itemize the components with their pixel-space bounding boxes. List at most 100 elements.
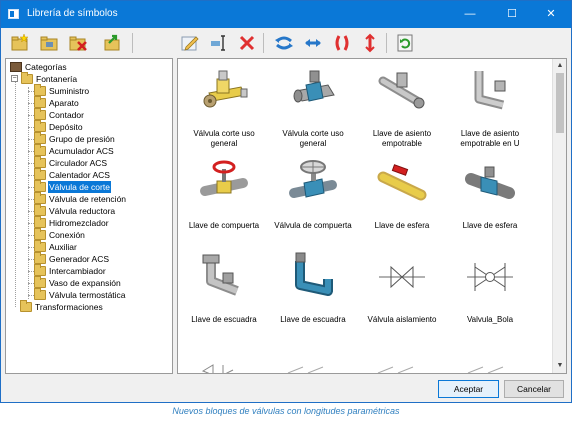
- minimize-button[interactable]: —: [450, 1, 490, 28]
- tree-item[interactable]: Depósito: [28, 120, 164, 133]
- folder-icon[interactable]: [38, 32, 60, 54]
- symbol-label: Llave de asiento empotrable en U: [460, 129, 520, 148]
- tree-item[interactable]: Calentador ACS: [28, 168, 164, 181]
- tree-item[interactable]: Hidromezclador: [28, 216, 164, 229]
- tree-item-label: Hidromezclador: [49, 218, 109, 228]
- tree-root-label: Categorías: [25, 62, 67, 72]
- new-folder-icon[interactable]: [9, 32, 31, 54]
- tree-item[interactable]: Válvula termostática: [28, 288, 164, 301]
- rotate-left-icon[interactable]: [273, 32, 295, 54]
- symbol-item[interactable]: Llave de esfera: [358, 151, 446, 243]
- folder-icon: [34, 216, 46, 228]
- symbol-label: Llave de esfera: [374, 221, 430, 230]
- tree-item[interactable]: Válvula reductora: [28, 204, 164, 217]
- vertical-scrollbar[interactable]: ▲ ▼: [552, 59, 566, 373]
- tree-item[interactable]: Acumulador ACS: [28, 144, 164, 157]
- folder-open-icon: [21, 72, 33, 84]
- rotate-right-icon[interactable]: [302, 32, 324, 54]
- symbols-grid[interactable]: Válvula corte uso general Válvula corte u…: [177, 58, 567, 374]
- cancel-button[interactable]: Cancelar: [504, 380, 564, 398]
- delete-icon[interactable]: [236, 32, 258, 54]
- folder-icon: [34, 108, 46, 120]
- tree-item[interactable]: Generador ACS: [28, 252, 164, 265]
- tree-item[interactable]: Contador: [28, 108, 164, 121]
- refresh-icon[interactable]: [394, 32, 416, 54]
- symbol-label: Llave de escuadra: [280, 315, 346, 324]
- symbol-item[interactable]: Llave de escuadra: [180, 245, 268, 337]
- symbol-item[interactable]: Llave de esfera: [446, 151, 534, 243]
- tree-item[interactable]: Grupo de presión: [28, 132, 164, 145]
- app-icon: [8, 9, 19, 19]
- tree-item[interactable]: Válvula de corte: [28, 180, 164, 193]
- symbol-item[interactable]: Llave de compuerta: [180, 151, 268, 243]
- close-button[interactable]: ✕: [531, 1, 571, 28]
- recessed-valve-icon: [378, 72, 425, 109]
- scroll-thumb[interactable]: [556, 73, 564, 133]
- folder-icon: [34, 252, 46, 264]
- symbol-library-window: Librería de símbolos — ☐ ✕ Categorías − …: [0, 0, 572, 403]
- ball-valve-yellow-icon: [377, 164, 427, 201]
- accept-button[interactable]: Aceptar: [438, 380, 499, 398]
- gate-valve-red-wheel-icon: [200, 160, 248, 196]
- gate-valve-handwheel-icon: [289, 160, 337, 198]
- symbol-item[interactable]: Válvula corte uso general: [180, 59, 268, 151]
- delete-folder-icon[interactable]: [67, 32, 89, 54]
- title-bar: Librería de símbolos — ☐ ✕: [1, 1, 571, 28]
- scroll-up-icon[interactable]: ▲: [553, 59, 566, 73]
- maximize-button[interactable]: ☐: [492, 1, 532, 28]
- folder-icon: [34, 156, 46, 168]
- symbol-label: Válvula aislamiento: [367, 315, 437, 324]
- symbol-item[interactable]: Llave de asiento empotrable en U: [446, 59, 534, 151]
- window-title: Librería de símbolos: [27, 8, 118, 19]
- tree-item-label: Vaso de expansión: [49, 278, 121, 288]
- symbol-item[interactable]: Llave de asiento empotrable: [358, 59, 446, 151]
- folder-icon: [34, 264, 46, 276]
- symbol-label: Llave de asiento empotrable: [372, 129, 432, 148]
- tree-item[interactable]: Conexión: [28, 228, 164, 241]
- angle-valve-grey-icon: [202, 254, 239, 296]
- tree-item-label: Acumulador ACS: [49, 146, 114, 156]
- category-tree[interactable]: Categorías − Fontanería Suministro Aparat…: [5, 58, 173, 374]
- scroll-down-icon[interactable]: ▼: [553, 359, 566, 373]
- tree-item[interactable]: Suministro: [28, 84, 164, 97]
- folder-icon: [34, 84, 46, 96]
- symbol-label: Llave de compuerta: [188, 221, 260, 230]
- tree-item[interactable]: Auxiliar: [28, 240, 164, 253]
- edit-icon[interactable]: [179, 32, 201, 54]
- flip-vertical-icon[interactable]: [331, 32, 353, 54]
- tree-item-transformaciones[interactable]: Transformaciones: [20, 300, 170, 313]
- collapse-icon[interactable]: −: [11, 75, 18, 82]
- symbol-item[interactable]: Válvula de compuerta: [269, 151, 357, 243]
- toolbar-separator: [386, 33, 387, 53]
- tree-item[interactable]: Circulador ACS: [28, 156, 164, 169]
- symbol-item[interactable]: Valvula_Bola: [446, 245, 534, 337]
- folder-icon: [34, 228, 46, 240]
- folder-icon: [34, 120, 46, 132]
- gate-valve-yellow-icon: [203, 70, 248, 108]
- tree-item[interactable]: Intercambiador: [28, 264, 164, 277]
- tree-root[interactable]: Categorías: [10, 61, 170, 73]
- folder-icon: [34, 168, 46, 180]
- tree-item-label: Generador ACS: [49, 254, 110, 264]
- tree-item-label: Grupo de presión: [49, 134, 115, 144]
- tree-item[interactable]: Válvula de retención: [28, 192, 164, 205]
- tree-item[interactable]: Aparato: [28, 96, 164, 109]
- folder-icon: [34, 132, 46, 144]
- folder-icon: [34, 192, 46, 204]
- symbol-item[interactable]: Válvula corte uso general: [269, 59, 357, 151]
- symbol-item[interactable]: Llave de escuadra: [269, 245, 357, 337]
- export-icon[interactable]: [101, 32, 123, 54]
- flip-horizontal-icon[interactable]: [359, 32, 381, 54]
- gate-valve-blue-icon: [293, 70, 335, 103]
- symbol-label: Llave de esfera: [462, 221, 518, 230]
- tree-item-label: Contador: [49, 110, 84, 120]
- symbol-item[interactable]: Válvula aislamiento: [358, 245, 446, 337]
- tree-item-label: Válvula de retención: [49, 194, 127, 204]
- tree-item-label: Circulador ACS: [49, 158, 108, 168]
- symbol-label: Válvula de compuerta: [274, 221, 352, 230]
- rename-icon[interactable]: [208, 32, 230, 54]
- folder-icon: [34, 204, 46, 216]
- folder-icon: [34, 144, 46, 156]
- tree-item[interactable]: Vaso de expansión: [28, 276, 164, 289]
- tree-item-label: Auxiliar: [49, 242, 77, 252]
